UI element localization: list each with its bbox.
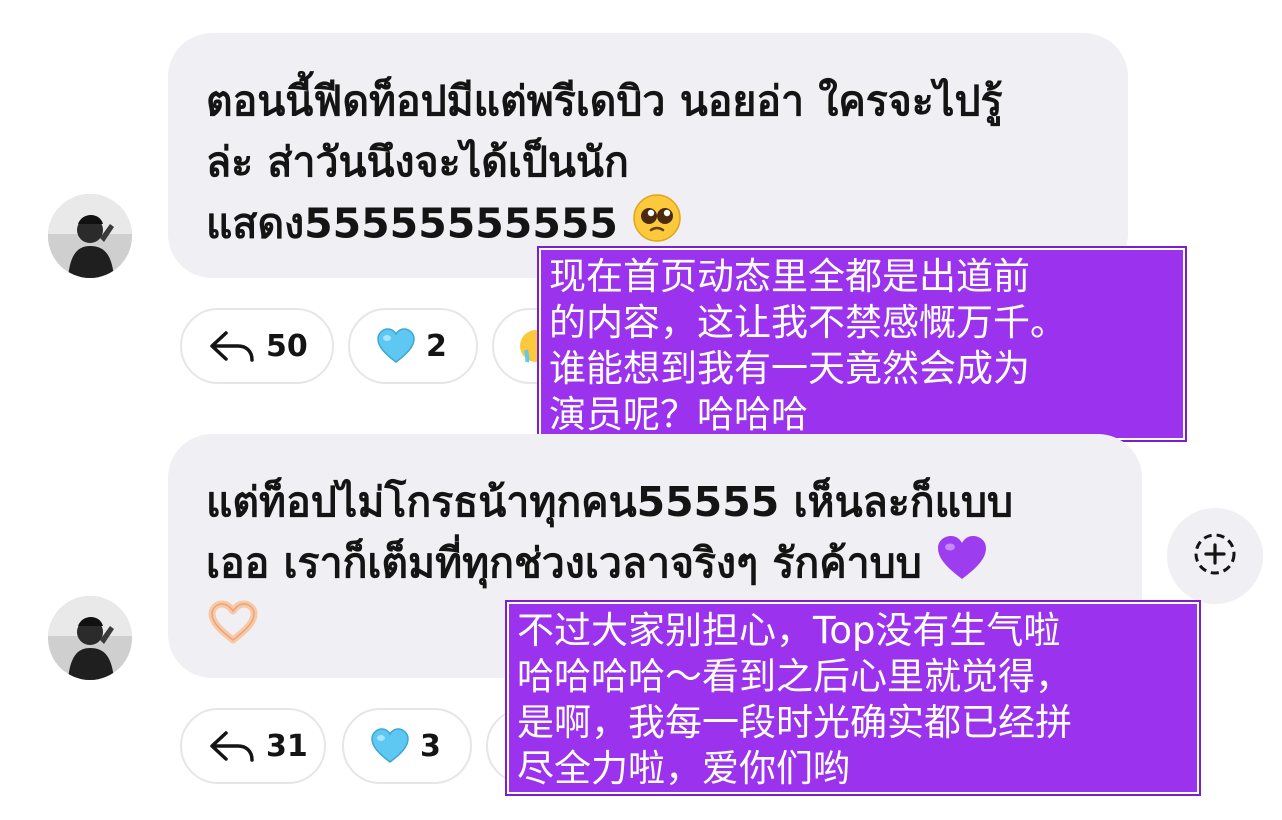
avatar-photo [48, 194, 132, 278]
comment-text: ตอนนี้ฟีดท็อปมีแต่พรีเดบิว นอยอ่า ใครจะไ… [206, 71, 1098, 260]
avatar[interactable] [48, 194, 132, 278]
reply-button[interactable]: 31 [180, 708, 326, 784]
comment-thread: ตอนนี้ฟีดท็อปมีแต่พรีเดบิว นอยอ่า ใครจะไ… [0, 0, 1282, 820]
comment-line: ล่ะ ส่าวันนึงจะได้เป็นนัก [206, 138, 629, 186]
heart-hands-icon [206, 600, 260, 661]
avatar[interactable] [48, 596, 132, 680]
reply-arrow-icon [208, 329, 256, 363]
translation-line: 演员呢？哈哈哈 [549, 393, 808, 436]
translation-line: 的内容，这让我不禁感慨万千。 [549, 301, 1067, 344]
light-blue-heart-icon [370, 728, 410, 764]
comment-line: แสดง55555555555 [206, 199, 618, 248]
purple-heart-icon [936, 535, 988, 598]
reply-count: 31 [266, 728, 308, 764]
comment-line: เออ เราก็เต็มที่ทุกช่วงเวลาจริงๆ รักค้าบ… [206, 539, 922, 587]
translation-box: 现在首页动态里全都是出道前 的内容，这让我不禁感慨万千。 谁能想到我有一天竟然会… [537, 246, 1187, 442]
comment-line: ตอนนี้ฟีดท็อปมีแต่พรีเดบิว นอยอ่า ใครจะไ… [206, 77, 1003, 125]
like-count: 3 [420, 728, 441, 764]
reply-count: 50 [266, 328, 308, 364]
light-blue-heart-icon [376, 328, 416, 364]
reply-button[interactable]: 50 [180, 308, 334, 384]
translation-line: 不过大家别担心，Top没有生气啦 [517, 609, 1061, 652]
reply-arrow-icon [208, 729, 256, 763]
translation-line: 是啊，我每一段时光确实都已经拼 [517, 701, 1072, 744]
comment-bubble[interactable]: ตอนนี้ฟีดท็อปมีแต่พรีเดบิว นอยอ่า ใครจะไ… [168, 33, 1128, 278]
translation-line: 谁能想到我有一天竟然会成为 [549, 347, 1030, 390]
add-reaction-button[interactable] [1167, 508, 1263, 604]
like-button[interactable]: 2 [348, 308, 478, 384]
avatar-photo [48, 596, 132, 680]
comment-line: แต่ท็อปไม่โกรธน้าทุกคน55555 เห็นละก็แบบ [206, 478, 1014, 526]
translation-line: 现在首页动态里全都是出道前 [549, 255, 1030, 298]
like-button[interactable]: 3 [342, 708, 472, 784]
add-reaction-icon [1192, 531, 1238, 581]
like-count: 2 [426, 328, 447, 364]
translation-box: 不过大家别担心，Top没有生气啦 哈哈哈哈～看到之后心里就觉得， 是啊，我每一段… [505, 600, 1201, 796]
translation-line: 尽全力啦，爱你们哟 [517, 747, 850, 790]
translation-line: 哈哈哈哈～看到之后心里就觉得， [517, 655, 1072, 698]
